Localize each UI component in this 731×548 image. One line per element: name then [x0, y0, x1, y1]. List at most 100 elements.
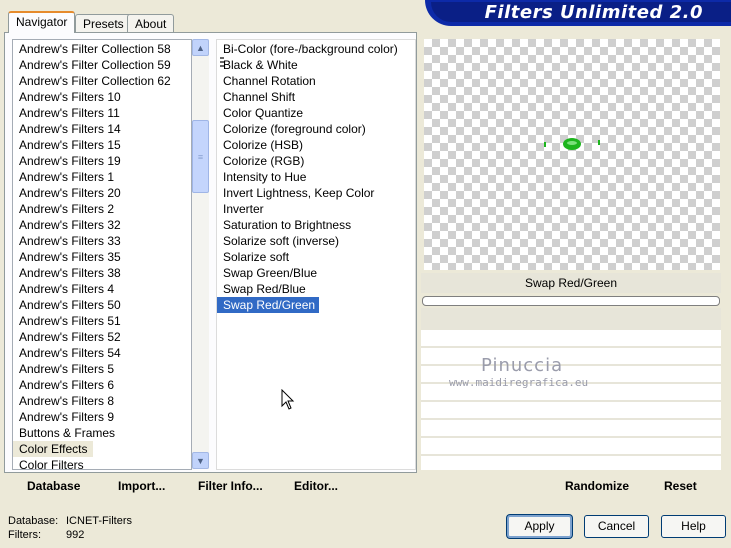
category-item[interactable]: Color Effects [13, 441, 191, 457]
filter-info-button[interactable]: Filter Info... [198, 478, 263, 494]
category-item[interactable]: Andrew's Filters 2 [13, 201, 191, 217]
filter-item-label: Swap Red/Blue [223, 282, 306, 296]
filter-item[interactable]: Invert Lightness, Keep Color [217, 185, 415, 201]
filter-list[interactable]: Bi-Color (fore-/background color) Black &… [216, 39, 416, 470]
category-item-label: Andrew's Filters 51 [19, 314, 121, 328]
category-item-label: Andrew's Filters 8 [19, 394, 114, 408]
category-item[interactable]: Andrew's Filters 32 [13, 217, 191, 233]
category-item-label: Andrew's Filters 15 [19, 138, 121, 152]
filter-item[interactable]: Black & White [217, 57, 415, 73]
category-item[interactable]: Andrew's Filters 4 [13, 281, 191, 297]
filter-item[interactable]: Bi-Color (fore-/background color) [217, 41, 415, 57]
scroll-thumb[interactable]: ≡ [192, 120, 209, 193]
tab-about[interactable]: About [127, 14, 175, 32]
cancel-button[interactable]: Cancel [584, 515, 649, 538]
filter-item[interactable]: Inverter [217, 201, 415, 217]
chevron-up-icon: ▲ [196, 42, 205, 53]
category-item[interactable]: Andrew's Filters 38 [13, 265, 191, 281]
category-item[interactable]: Andrew's Filters 19 [13, 153, 191, 169]
randomize-button[interactable]: Randomize [565, 478, 629, 494]
category-scrollbar[interactable]: ▲ ≡ ▼ [192, 39, 209, 469]
mouse-cursor-icon [281, 389, 295, 410]
tab-navigator[interactable]: Navigator [8, 11, 76, 33]
category-item[interactable]: Andrew's Filters 14 [13, 121, 191, 137]
app-title: Filters Unlimited 2.0 [484, 2, 703, 23]
filter-item[interactable]: Solarize soft (inverse) [217, 233, 415, 249]
category-item[interactable]: Andrew's Filter Collection 59 [13, 57, 191, 73]
filter-item[interactable]: Channel Shift [217, 89, 415, 105]
tab-presets[interactable]: Presets [75, 14, 132, 32]
grip-icon: ≡ [197, 151, 204, 162]
database-button[interactable]: Database [27, 478, 80, 494]
reset-button[interactable]: Reset [664, 478, 697, 494]
filters-label: Filters: [8, 529, 41, 541]
filter-item[interactable]: Swap Green/Blue [217, 265, 415, 281]
category-item[interactable]: Andrew's Filters 20 [13, 185, 191, 201]
category-item[interactable]: Andrew's Filter Collection 58 [13, 41, 191, 57]
filter-item[interactable]: Swap Red/Green [217, 297, 415, 313]
filter-item-label: Intensity to Hue [223, 170, 307, 184]
filter-item[interactable]: Solarize soft [217, 249, 415, 265]
category-item-label: Andrew's Filters 38 [19, 266, 121, 280]
category-item[interactable]: Color Filters [13, 457, 191, 470]
apply-button[interactable]: Apply [507, 515, 572, 538]
filter-item[interactable]: Saturation to Brightness [217, 217, 415, 233]
category-item[interactable]: Andrew's Filters 11 [13, 105, 191, 121]
category-item-label: Andrew's Filters 11 [19, 106, 120, 120]
filter-item-label: Swap Green/Blue [223, 266, 318, 280]
filter-item[interactable]: Color Quantize [217, 105, 415, 121]
category-list[interactable]: Andrew's Filter Collection 58 Andrew's Fi… [12, 39, 192, 470]
import-button[interactable]: Import... [118, 478, 165, 494]
category-item[interactable]: Andrew's Filter Collection 62 [13, 73, 191, 89]
category-item[interactable]: Andrew's Filters 50 [13, 297, 191, 313]
filter-item[interactable]: Intensity to Hue [217, 169, 415, 185]
category-item[interactable]: Andrew's Filters 54 [13, 345, 191, 361]
parameter-area [421, 308, 721, 470]
filter-item[interactable]: Colorize (RGB) [217, 153, 415, 169]
category-item-label: Andrew's Filters 4 [19, 282, 114, 296]
category-item-label: Andrew's Filters 9 [19, 410, 114, 424]
category-item-label: Andrew's Filters 5 [19, 362, 114, 376]
filter-item[interactable]: Colorize (foreground color) [217, 121, 415, 137]
category-item-label: Andrew's Filters 14 [19, 122, 121, 136]
filter-item-label: Solarize soft (inverse) [223, 234, 340, 248]
category-item[interactable]: Andrew's Filters 33 [13, 233, 191, 249]
preview-filter-name: Swap Red/Green [421, 273, 721, 293]
category-item-label: Andrew's Filters 10 [19, 90, 121, 104]
category-item[interactable]: Andrew's Filters 52 [13, 329, 191, 345]
category-item-label: Andrew's Filters 52 [19, 330, 121, 344]
category-item-label: Color Effects [13, 441, 94, 457]
filter-item-label: Solarize soft [223, 250, 290, 264]
editor-button[interactable]: Editor... [294, 478, 338, 494]
watermark-name: Pinuccia [481, 355, 564, 376]
category-item-label: Andrew's Filters 32 [19, 218, 121, 232]
category-item[interactable]: Andrew's Filters 10 [13, 89, 191, 105]
category-item-label: Andrew's Filters 2 [19, 202, 114, 216]
filter-item[interactable]: Channel Rotation [217, 73, 415, 89]
category-item-label: Andrew's Filter Collection 62 [19, 74, 171, 88]
category-item[interactable]: Andrew's Filters 5 [13, 361, 191, 377]
category-item[interactable]: Andrew's Filters 1 [13, 169, 191, 185]
filter-item-label: Black & White [223, 58, 298, 72]
category-item[interactable]: Andrew's Filters 15 [13, 137, 191, 153]
category-item-label: Andrew's Filters 35 [19, 250, 121, 264]
scroll-up-button[interactable]: ▲ [192, 39, 209, 56]
scroll-down-button[interactable]: ▼ [192, 452, 209, 469]
watermark-url: www.maidiregrafica.eu [449, 376, 589, 389]
filter-item-label: Bi-Color (fore-/background color) [223, 42, 398, 56]
filter-item[interactable]: Swap Red/Blue [217, 281, 415, 297]
split-handle-icon[interactable] [220, 57, 224, 69]
filter-item-label: Inverter [223, 202, 264, 216]
filter-item-label: Color Quantize [223, 106, 304, 120]
category-item[interactable]: Andrew's Filters 6 [13, 377, 191, 393]
filter-item-label: Channel Shift [223, 90, 296, 104]
help-button[interactable]: Help [661, 515, 726, 538]
category-item[interactable]: Andrew's Filters 51 [13, 313, 191, 329]
category-item[interactable]: Andrew's Filters 9 [13, 409, 191, 425]
category-item[interactable]: Andrew's Filters 8 [13, 393, 191, 409]
category-item[interactable]: Buttons & Frames [13, 425, 191, 441]
category-item[interactable]: Andrew's Filters 35 [13, 249, 191, 265]
category-item-label: Color Filters [19, 458, 84, 470]
filter-item-label: Colorize (HSB) [223, 138, 304, 152]
filter-item[interactable]: Colorize (HSB) [217, 137, 415, 153]
